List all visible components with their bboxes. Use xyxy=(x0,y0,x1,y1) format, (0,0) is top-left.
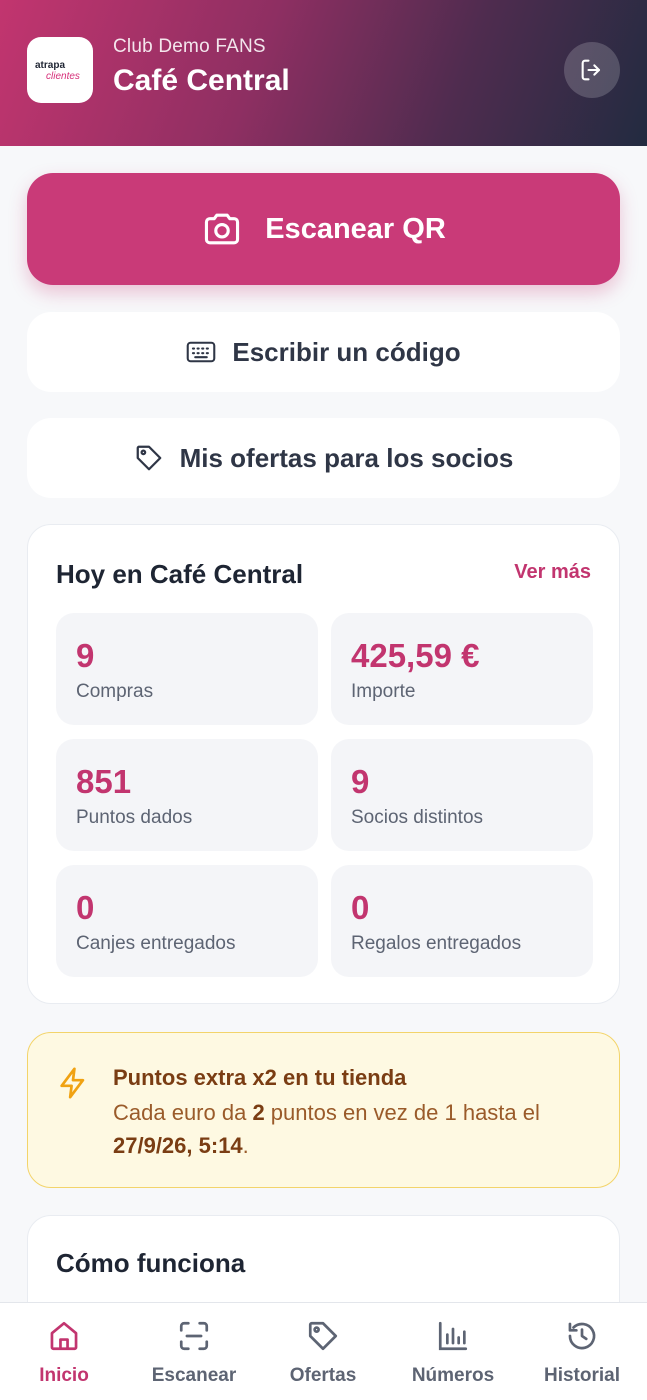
stat-value: 9 xyxy=(351,763,370,800)
svg-text:clientes: clientes xyxy=(46,71,80,82)
promo-multiplier: 2 xyxy=(252,1100,265,1125)
store-name: Café Central xyxy=(113,64,290,97)
nav-label: Números xyxy=(411,1365,495,1386)
stat-redemptions: 0 Canjes entregados xyxy=(56,865,318,977)
scan-icon xyxy=(179,1321,209,1351)
svg-text:atrapa: atrapa xyxy=(35,60,65,71)
logout-icon xyxy=(581,59,601,81)
club-name: Club Demo FANS xyxy=(113,36,266,57)
history-icon xyxy=(568,1322,596,1350)
promo-text-part: Cada euro da xyxy=(113,1100,253,1125)
nav-label: Ofertas xyxy=(289,1365,357,1386)
stat-value: 9 xyxy=(76,637,95,674)
home-icon xyxy=(50,1321,78,1351)
see-more-link[interactable]: Ver más xyxy=(514,561,591,584)
bottom-navigation: Inicio Escanear Ofertas Números Historia… xyxy=(0,1302,647,1400)
write-code-button[interactable]: Escribir un código xyxy=(27,312,620,392)
extra-points-banner: Puntos extra x2 en tu tienda Cada euro d… xyxy=(27,1032,620,1188)
my-offers-button[interactable]: Mis ofertas para los socios xyxy=(27,418,620,498)
nav-item-home[interactable]: Inicio xyxy=(4,1319,124,1389)
app-header: atrapa clientes Club Demo FANS Café Cent… xyxy=(0,0,647,146)
keyboard-icon xyxy=(187,341,216,363)
promo-description: Cada euro da 2 puntos en vez de 1 hasta … xyxy=(113,1096,598,1162)
lightning-icon xyxy=(60,1067,85,1099)
logout-button[interactable] xyxy=(564,42,620,98)
today-summary-card: Hoy en Café Central Ver más 9 Compras 42… xyxy=(27,524,620,1004)
stat-label: Canjes entregados xyxy=(76,933,236,954)
today-title: Hoy en Café Central xyxy=(56,559,304,589)
nav-item-numbers[interactable]: Números xyxy=(393,1319,513,1389)
brand-logo-mark: atrapa clientes xyxy=(35,60,80,82)
stat-value: 0 xyxy=(351,889,370,926)
nav-item-offers[interactable]: Ofertas xyxy=(263,1319,383,1389)
stat-gifts: 0 Regalos entregados xyxy=(331,865,593,977)
how-it-works-title: Cómo funciona xyxy=(56,1248,246,1278)
tag-icon xyxy=(308,1321,338,1351)
stat-label: Compras xyxy=(76,681,154,702)
stat-label: Regalos entregados xyxy=(351,933,522,954)
stat-label: Puntos dados xyxy=(76,807,193,828)
my-offers-label: Mis ofertas para los socios xyxy=(179,442,514,473)
stat-distinct-members: 9 Socios distintos xyxy=(331,739,593,851)
promo-text-part: . xyxy=(242,1133,249,1158)
scan-qr-label: Escanear QR xyxy=(265,212,446,245)
stat-label: Importe xyxy=(351,681,416,702)
promo-until-date: 27/9/26, 5:14 xyxy=(113,1133,243,1158)
tag-icon xyxy=(136,445,161,471)
nav-label: Inicio xyxy=(39,1365,89,1386)
nav-label: Escanear xyxy=(151,1365,237,1386)
stat-label: Socios distintos xyxy=(351,807,484,828)
stat-value: 851 xyxy=(76,763,132,800)
scan-qr-button[interactable]: Escanear QR xyxy=(27,173,620,285)
stat-value: 425,59 € xyxy=(351,637,480,674)
write-code-label: Escribir un código xyxy=(232,336,461,367)
brand-logo: atrapa clientes xyxy=(27,37,93,103)
stat-amount: 425,59 € Importe xyxy=(331,613,593,725)
stat-value: 0 xyxy=(76,889,95,926)
bar-chart-icon xyxy=(438,1321,468,1351)
stat-purchases: 9 Compras xyxy=(56,613,318,725)
promo-text-part: puntos en vez de 1 hasta el xyxy=(264,1100,540,1125)
nav-item-scan[interactable]: Escanear xyxy=(134,1319,254,1389)
nav-label: Historial xyxy=(543,1365,621,1386)
stat-points-given: 851 Puntos dados xyxy=(56,739,318,851)
nav-item-history[interactable]: Historial xyxy=(522,1319,642,1389)
promo-title: Puntos extra x2 en tu tienda xyxy=(113,1065,407,1090)
camera-icon xyxy=(205,213,240,245)
